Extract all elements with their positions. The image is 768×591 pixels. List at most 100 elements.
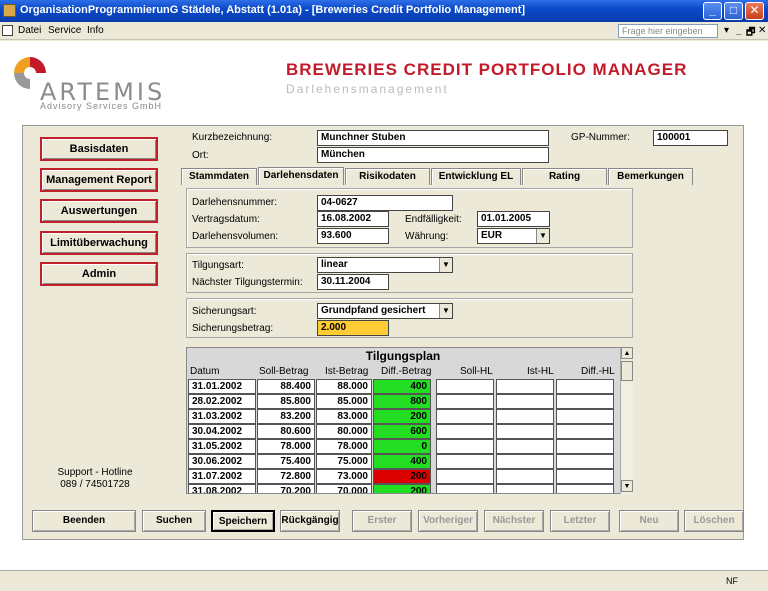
cell-empty[interactable] [556,484,614,493]
cell-empty[interactable] [556,379,614,394]
cell-empty[interactable] [496,454,554,469]
tab-darlehensdaten[interactable]: Darlehensdaten [258,167,344,185]
close-button[interactable]: ✕ [745,2,764,20]
cell-empty[interactable] [436,454,494,469]
chevron-down-icon[interactable]: ▼ [536,229,549,243]
cell-empty[interactable] [556,424,614,439]
erster-button[interactable]: Erster [352,510,412,532]
cell-empty[interactable] [436,379,494,394]
nav-limitueberwachung-button[interactable]: Limitüberwachung [40,231,158,255]
cell-datum[interactable]: 31.01.2002 [188,379,256,394]
cell-diff[interactable]: 400 [373,379,431,394]
cell-soll[interactable]: 70.200 [257,484,315,493]
tilgungstermin-field[interactable]: 30.11.2004 [317,274,389,290]
cell-ist[interactable]: 73.000 [316,469,372,484]
cell-datum[interactable]: 31.07.2002 [188,469,256,484]
doc-minimize-button[interactable]: _ [736,25,742,36]
scroll-down-icon[interactable]: ▼ [621,480,633,492]
maximize-button[interactable]: □ [724,2,743,20]
tab-risikodaten[interactable]: Risikodaten [345,168,430,185]
cell-soll[interactable]: 83.200 [257,409,315,424]
cell-empty[interactable] [496,484,554,493]
tilgungsart-select[interactable]: linear ▼ [317,257,453,273]
waehrung-select[interactable]: EUR ▼ [477,228,550,244]
grid-scrollbar[interactable]: ▲ ▼ [620,347,633,494]
cell-empty[interactable] [496,469,554,484]
beenden-button[interactable]: Beenden [32,510,136,532]
ort-field[interactable]: München [317,147,549,163]
cell-datum[interactable]: 30.06.2002 [188,454,256,469]
cell-empty[interactable] [436,394,494,409]
naechster-button[interactable]: Nächster [484,510,544,532]
cell-soll[interactable]: 88.400 [257,379,315,394]
tab-entwicklung-el[interactable]: Entwicklung EL [431,168,521,185]
cell-diff[interactable]: 200 [373,469,431,484]
kurzbezeichnung-field[interactable]: Munchner Stuben [317,130,549,146]
neu-button[interactable]: Neu [619,510,679,532]
cell-empty[interactable] [556,439,614,454]
cell-diff[interactable]: 600 [373,424,431,439]
nav-admin-button[interactable]: Admin [40,262,158,286]
scroll-thumb[interactable] [621,361,633,381]
cell-ist[interactable]: 83.000 [316,409,372,424]
cell-datum[interactable]: 30.04.2002 [188,424,256,439]
menu-datei[interactable]: Datei [18,25,41,36]
cell-ist[interactable]: 85.000 [316,394,372,409]
letzter-button[interactable]: Letzter [550,510,610,532]
darlehensvolumen-field[interactable]: 93.600 [317,228,389,244]
vorheriger-button[interactable]: Vorheriger [418,510,478,532]
darlehensnummer-field[interactable]: 04-0627 [317,195,453,211]
help-search-input[interactable]: Frage hier eingeben [618,24,718,38]
document-icon[interactable] [2,25,13,36]
menu-service[interactable]: Service [48,25,81,36]
menu-info[interactable]: Info [87,25,104,36]
cell-ist[interactable]: 70.000 [316,484,372,493]
cell-empty[interactable] [436,484,494,493]
suchen-button[interactable]: Suchen [142,510,206,532]
cell-datum[interactable]: 31.05.2002 [188,439,256,454]
cell-diff[interactable]: 200 [373,484,431,493]
doc-close-button[interactable]: ✕ [758,25,766,36]
speichern-button[interactable]: Speichern [211,510,275,532]
nav-auswertungen-button[interactable]: Auswertungen [40,199,158,223]
cell-diff[interactable]: 400 [373,454,431,469]
cell-ist[interactable]: 80.000 [316,424,372,439]
cell-diff[interactable]: 800 [373,394,431,409]
sicherungsbetrag-field[interactable]: 2.000 [317,320,389,336]
minimize-button[interactable]: _ [703,2,722,20]
gp-nummer-field[interactable]: 100001 [653,130,728,146]
cell-empty[interactable] [556,409,614,424]
tab-rating[interactable]: Rating [522,168,607,185]
cell-empty[interactable] [436,439,494,454]
sicherungsart-select[interactable]: Grundpfand gesichert ▼ [317,303,453,319]
cell-diff[interactable]: 0 [373,439,431,454]
cell-empty[interactable] [436,409,494,424]
cell-empty[interactable] [496,379,554,394]
chevron-down-icon[interactable]: ▾ [724,25,729,36]
doc-restore-button[interactable]: 🗗 [746,25,755,42]
rueckgaengig-button[interactable]: Rückgängig [280,510,340,532]
cell-ist[interactable]: 75.000 [316,454,372,469]
cell-soll[interactable]: 78.000 [257,439,315,454]
cell-empty[interactable] [556,454,614,469]
cell-empty[interactable] [496,409,554,424]
nav-management-report-button[interactable]: Management Report [40,168,158,192]
tab-bemerkungen[interactable]: Bemerkungen [608,168,693,185]
cell-datum[interactable]: 31.03.2002 [188,409,256,424]
cell-empty[interactable] [436,469,494,484]
chevron-down-icon[interactable]: ▼ [439,304,452,318]
cell-empty[interactable] [496,424,554,439]
cell-diff[interactable]: 200 [373,409,431,424]
cell-ist[interactable]: 88.000 [316,379,372,394]
endfaelligkeit-field[interactable]: 01.01.2005 [477,211,550,227]
scroll-up-icon[interactable]: ▲ [621,347,633,359]
cell-soll[interactable]: 80.600 [257,424,315,439]
cell-soll[interactable]: 72.800 [257,469,315,484]
cell-datum[interactable]: 28.02.2002 [188,394,256,409]
vertragsdatum-field[interactable]: 16.08.2002 [317,211,389,227]
cell-empty[interactable] [436,424,494,439]
cell-datum[interactable]: 31.08.2002 [188,484,256,493]
chevron-down-icon[interactable]: ▼ [439,258,452,272]
nav-basisdaten-button[interactable]: Basisdaten [40,137,158,161]
tab-stammdaten[interactable]: Stammdaten [181,168,257,185]
